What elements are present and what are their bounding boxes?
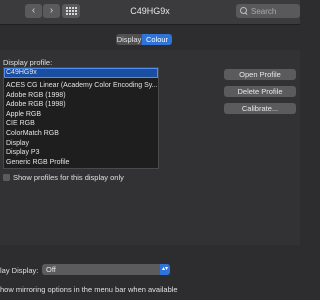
list-item[interactable]: Display	[4, 139, 158, 149]
search-field[interactable]: Search	[236, 4, 300, 18]
list-item-selected[interactable]: C49HG9x	[4, 68, 158, 78]
airplay-display-value: Off	[46, 265, 56, 274]
profile-list[interactable]: C49HG9x ACES CG Linear (Academy Color En…	[3, 67, 159, 169]
airplay-display-label: lay Display:	[0, 266, 39, 275]
search-placeholder: Search	[251, 6, 277, 16]
tab-display[interactable]: Display	[116, 34, 142, 45]
search-icon	[240, 7, 248, 15]
list-item[interactable]: Apple RGB	[4, 110, 158, 120]
open-profile-button[interactable]: Open Profile	[224, 69, 296, 80]
list-item[interactable]: Adobe RGB (1998)	[4, 100, 158, 110]
show-profiles-checkbox[interactable]	[3, 174, 10, 181]
mirroring-label: how mirroring options in the menu bar wh…	[0, 285, 178, 294]
list-item[interactable]: ColorMatch RGB	[4, 129, 158, 139]
tab-bar: Display Colour	[116, 34, 172, 45]
show-profiles-option: Show profiles for this display only	[3, 173, 124, 182]
list-item[interactable]: Display P3	[4, 148, 158, 158]
delete-profile-button[interactable]: Delete Profile	[224, 86, 296, 97]
list-item[interactable]: Generic RGB Profile	[4, 158, 158, 168]
title-bar: ‹ › C49HG9x Search	[0, 0, 300, 25]
calibrate-button[interactable]: Calibrate...	[224, 103, 296, 114]
airplay-display-select[interactable]: Off ▴▾	[42, 264, 170, 275]
mirroring-option[interactable]: how mirroring options in the menu bar wh…	[0, 285, 178, 294]
show-profiles-label: Show profiles for this display only	[13, 173, 124, 182]
list-item[interactable]: CIE RGB	[4, 119, 158, 129]
chevron-updown-icon: ▴▾	[160, 264, 170, 275]
tab-colour[interactable]: Colour	[142, 34, 172, 45]
list-item[interactable]: ACES CG Linear (Academy Color Encoding S…	[4, 81, 158, 91]
list-item[interactable]: Adobe RGB (1998)	[4, 91, 158, 101]
display-profile-label: Display profile:	[3, 58, 53, 67]
